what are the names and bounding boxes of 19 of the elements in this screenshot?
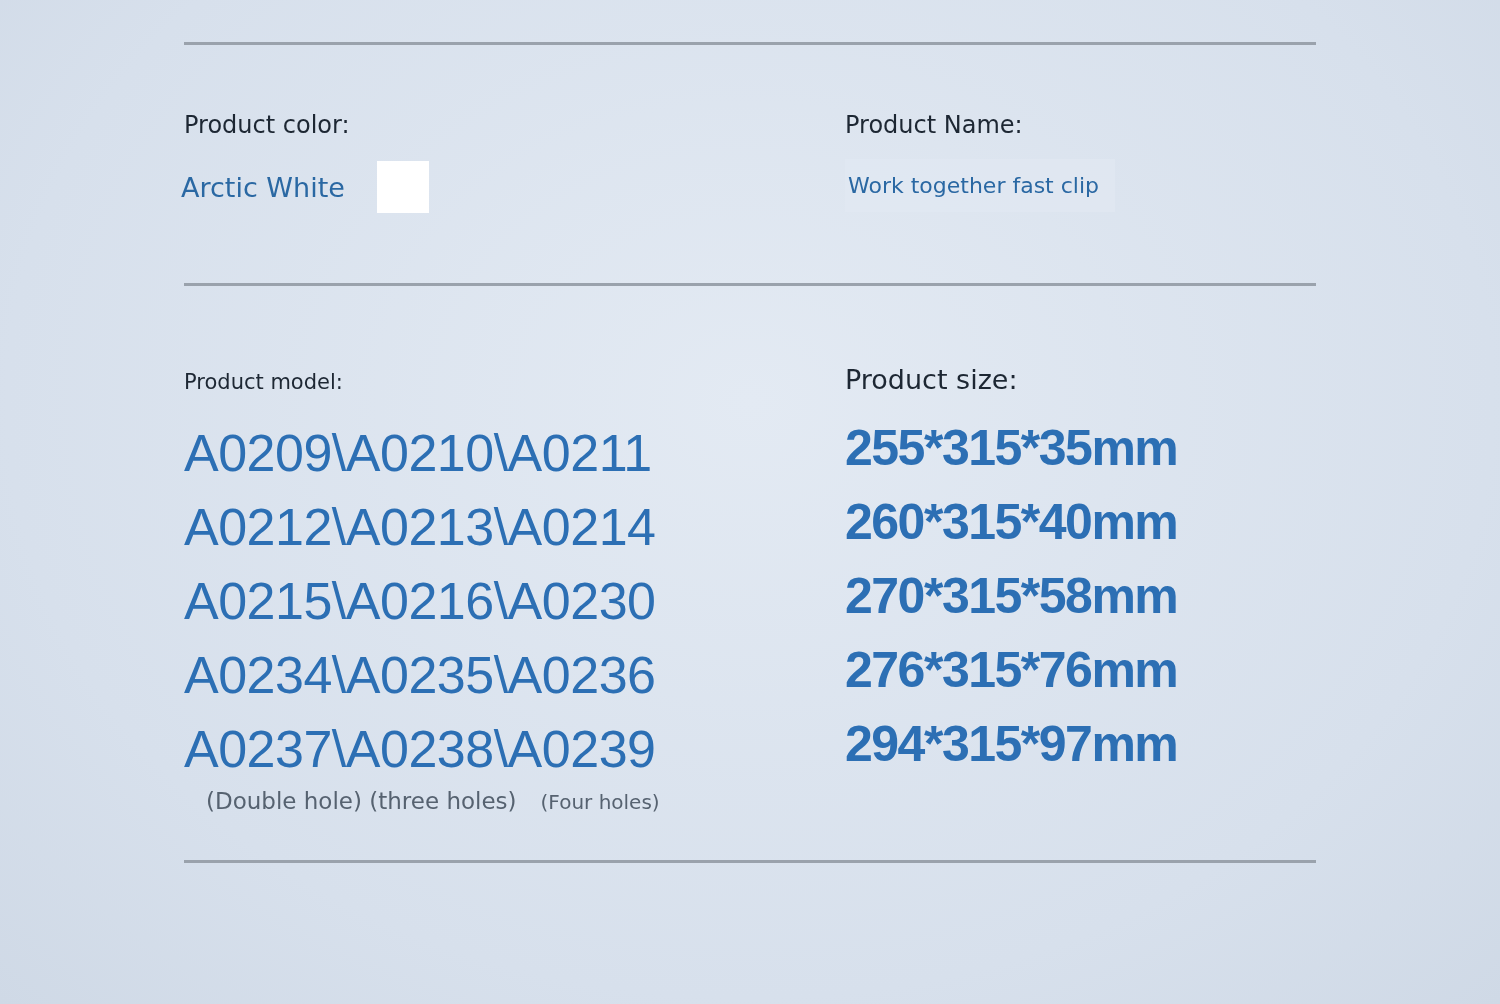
hole-note: (Four holes) [540, 790, 660, 814]
field-label: Product model: [184, 370, 343, 394]
model-number: A0209\A0210\A0211 [184, 423, 652, 484]
size-value: 276*315*76mm [845, 641, 1178, 700]
color-swatch [376, 161, 429, 213]
hole-note: (Double hole) (three holes) [206, 788, 517, 814]
size-value: 255*315*35mm [845, 419, 1178, 478]
field-label: Product Name: [845, 111, 1023, 139]
model-number: A0237\A0238\A0239 [184, 719, 656, 780]
model-number: A0212\A0213\A0214 [184, 497, 656, 558]
size-value: 260*315*40mm [845, 493, 1178, 552]
field-label: Product size: [845, 364, 1018, 395]
size-value: 294*315*97mm [845, 715, 1178, 774]
size-value: 270*315*58mm [845, 567, 1178, 626]
model-number: A0215\A0216\A0230 [184, 571, 656, 632]
model-number: A0234\A0235\A0236 [184, 645, 656, 706]
field-value: Work together fast clip [845, 159, 1116, 212]
field-value: Arctic White [181, 171, 345, 203]
field-label: Product color: [184, 111, 350, 139]
